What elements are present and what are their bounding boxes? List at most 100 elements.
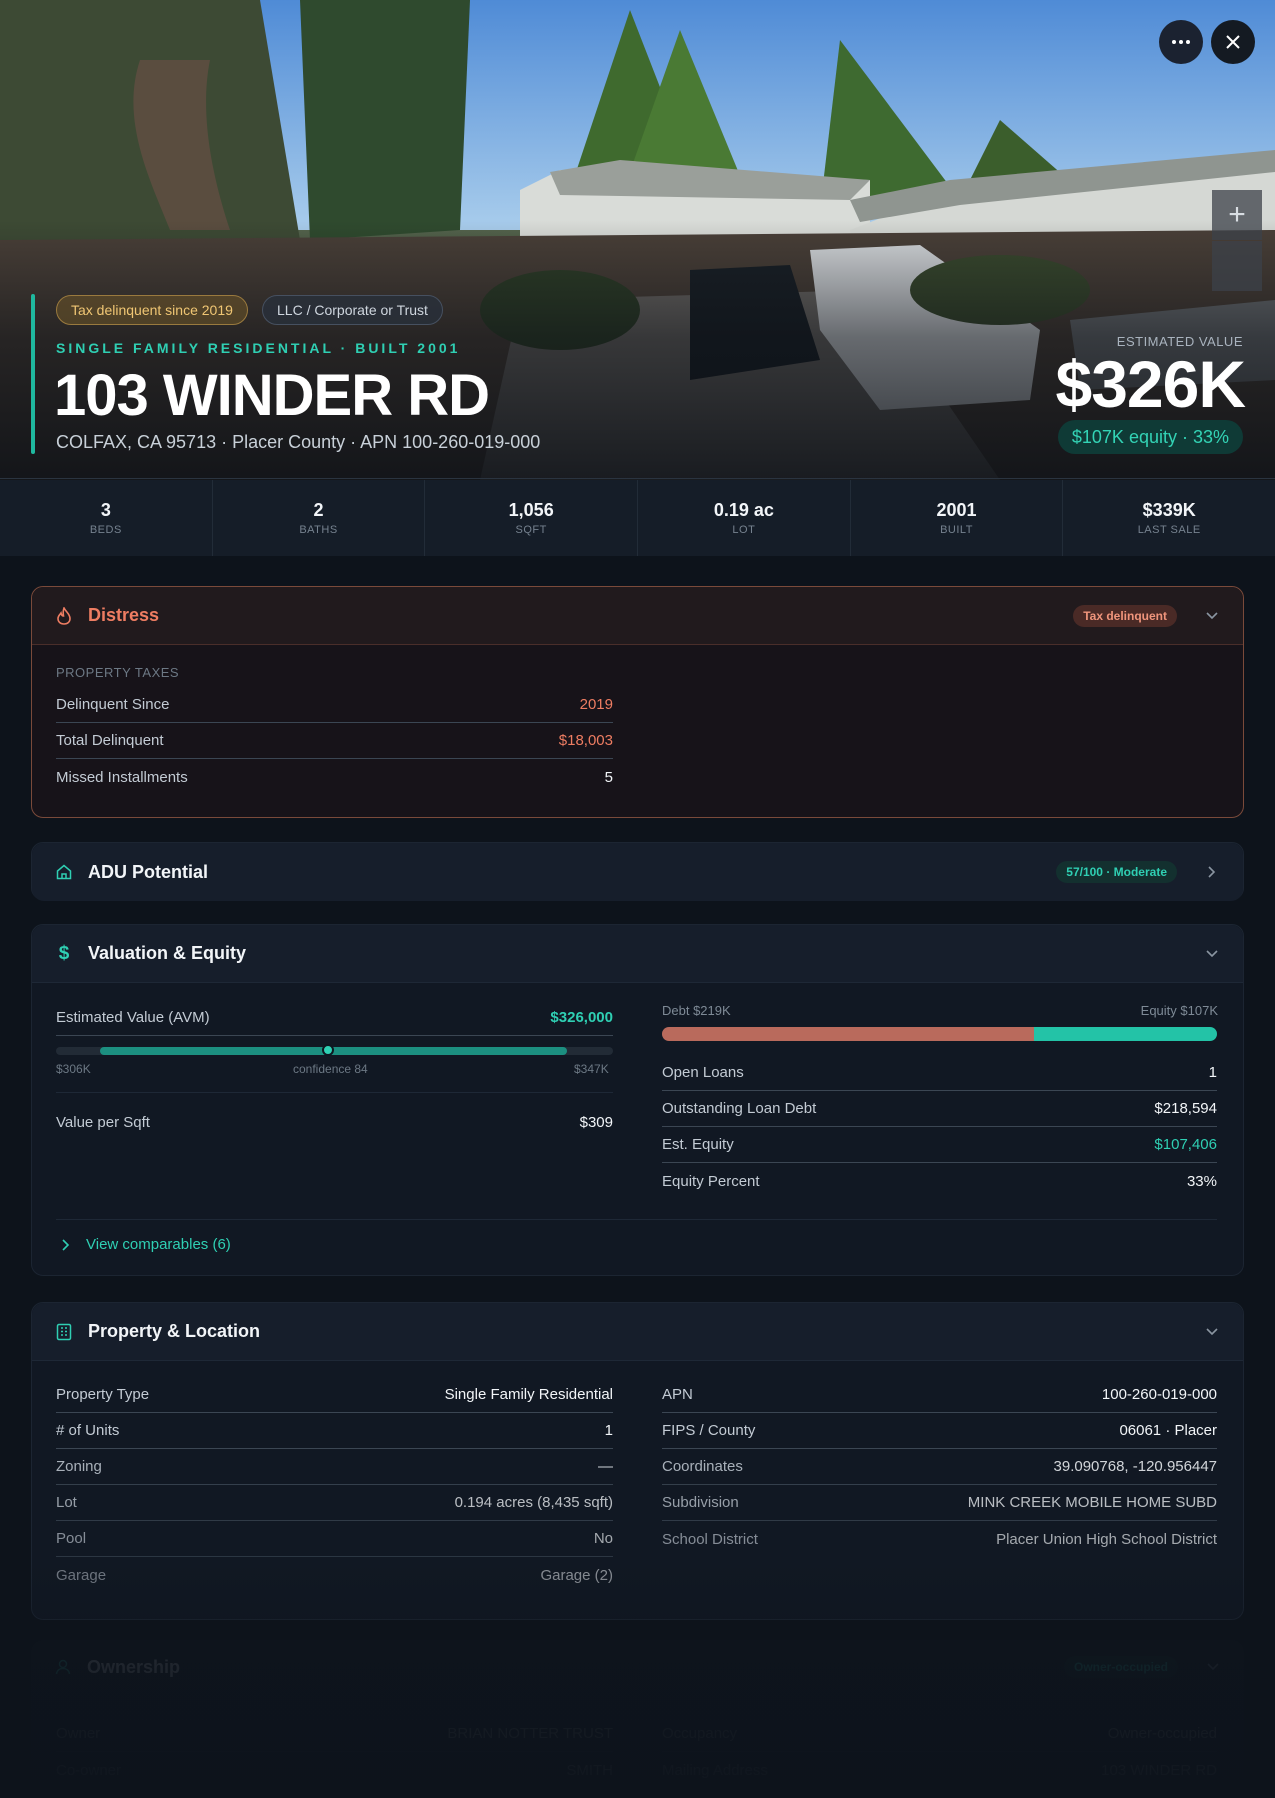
row-value: SMITH — [566, 1761, 613, 1779]
row-label: Est. Equity — [662, 1136, 734, 1153]
row-value: No — [593, 1530, 613, 1547]
row-label: Garage — [56, 1566, 107, 1584]
stat-built: 2001 BUILT — [851, 480, 1064, 556]
divider — [56, 1092, 613, 1093]
estimated-value: $326K — [1055, 347, 1246, 421]
chevron-down-icon[interactable] — [1206, 1660, 1220, 1674]
table-row: Equity Percent 33% — [662, 1163, 1217, 1199]
confidence-label: confidence 84 — [293, 1062, 368, 1076]
stat-sqft: 1,056 SQFT — [425, 480, 639, 556]
row-value: 39.090768, -120.956447 — [1053, 1458, 1217, 1475]
valuation-title: Valuation & Equity — [88, 943, 247, 963]
row-value: 33% — [1186, 1172, 1217, 1190]
row-label: Mailing Address — [662, 1761, 768, 1779]
row-value: MINK CREEK MOBILE HOME SUBD — [967, 1494, 1217, 1511]
row-value: $326,000 — [550, 1009, 613, 1026]
table-row: Missed Installments 5 — [56, 759, 613, 795]
row-value: BRIAN NOTTER TRUST — [447, 1725, 613, 1742]
row-label: Co-owner — [56, 1761, 122, 1779]
close-button[interactable] — [1211, 20, 1255, 64]
table-row: # of Units 1 — [56, 1413, 613, 1449]
valuation-header[interactable]: $ Valuation & Equity — [32, 925, 1243, 983]
adu-header[interactable]: ADU Potential 57/100 · Moderate — [32, 843, 1243, 901]
row-value: 06061 · Placer — [1119, 1422, 1217, 1439]
zoom-out-button[interactable] — [1212, 241, 1262, 291]
debt-segment — [662, 1027, 1034, 1041]
stat-value: 1,056 — [508, 500, 554, 520]
stat-baths: 2 BATHS — [213, 480, 426, 556]
table-row: APN 100-260-019-000 — [662, 1377, 1217, 1413]
owner-type-tag: LLC / Corporate or Trust — [262, 295, 443, 325]
row-label: Outstanding Loan Debt — [662, 1100, 817, 1117]
row-label: FIPS / County — [662, 1422, 756, 1439]
avm-row: Estimated Value (AVM) $326,000 — [56, 1000, 613, 1036]
row-label: Owner — [56, 1725, 101, 1742]
row-label: Delinquent Since — [56, 696, 170, 713]
table-row: Pool No — [56, 1521, 613, 1557]
row-value: 5 — [604, 768, 613, 786]
view-comparables-link[interactable]: View comparables (6) — [62, 1236, 231, 1253]
ownership-header[interactable]: Ownership Owner-occupied — [55, 1656, 1220, 1678]
ownership-title: Ownership — [87, 1656, 181, 1677]
table-row: Est. Equity $107,406 — [662, 1127, 1217, 1163]
row-value: 2019 — [579, 696, 613, 713]
hero-divider — [0, 478, 1275, 479]
table-row: Outstanding Loan Debt $218,594 — [662, 1091, 1217, 1127]
property-header[interactable]: Property & Location — [32, 1303, 1243, 1361]
stat-beds: 3 BEDS — [0, 480, 213, 556]
chevron-right-icon[interactable] — [1205, 865, 1219, 879]
value-per-sqft-row: Value per Sqft $309 — [56, 1104, 613, 1140]
stat-last-sale: $339K LAST SALE — [1063, 480, 1275, 556]
row-value: — — [598, 1458, 613, 1475]
chevron-down-icon[interactable] — [1205, 947, 1219, 961]
row-label: Pool — [56, 1530, 87, 1547]
row-label: Missed Installments — [56, 768, 188, 786]
row-value: Placer Union High School District — [996, 1530, 1217, 1548]
page-title: 103 WINDER RD — [54, 363, 490, 428]
property-taxes-label: PROPERTY TAXES — [56, 665, 180, 680]
stat-value: $339K — [1142, 500, 1196, 520]
row-value: Single Family Residential — [444, 1386, 613, 1403]
property-hero: + Tax delinquent since 2019 LLC / Corpor… — [0, 0, 1275, 480]
row-value: 0.194 acres (8,435 sqft) — [454, 1494, 613, 1511]
stat-label: BATHS — [299, 524, 338, 536]
row-value: $107,406 — [1154, 1136, 1217, 1153]
equity-segment — [1033, 1027, 1217, 1041]
row-label: # of Units — [56, 1422, 120, 1439]
row-value: 1 — [604, 1422, 613, 1439]
table-row: FIPS / County 06061 · Placer — [662, 1413, 1217, 1449]
address-subtitle: COLFAX, CA 95713 · Placer County · APN 1… — [56, 432, 541, 452]
property-title: Property & Location — [88, 1321, 261, 1341]
adu-title: ADU Potential — [88, 861, 209, 882]
chevron-down-icon[interactable] — [1205, 1325, 1219, 1339]
zoom-in-button[interactable]: + — [1212, 190, 1262, 240]
row-label: Zoning — [56, 1458, 102, 1475]
row-value: $309 — [579, 1113, 613, 1131]
adu-card[interactable]: ADU Potential 57/100 · Moderate — [31, 842, 1244, 901]
dollar-icon: $ — [58, 942, 70, 964]
stat-label: LAST SALE — [1137, 524, 1201, 536]
chevron-down-icon[interactable] — [1205, 609, 1219, 623]
table-row: Delinquent Since 2019 — [56, 687, 613, 723]
stat-label: LOT — [732, 524, 756, 536]
row-label: Coordinates — [662, 1458, 743, 1475]
range-high-label: $347K — [574, 1062, 609, 1076]
flame-icon — [56, 606, 72, 625]
close-icon — [1226, 35, 1240, 49]
row-label: Occupancy — [662, 1725, 738, 1742]
row-value: 103 WINDER RD — [1101, 1761, 1217, 1779]
row-value: $218,594 — [1154, 1100, 1217, 1117]
table-row: Lot 0.194 acres (8,435 sqft) — [56, 1485, 613, 1521]
stats-bar: 3 BEDS 2 BATHS 1,056 SQFT 0.19 ac LOT 2001 BU… — [0, 480, 1275, 556]
debt-equity-bar — [662, 1027, 1217, 1041]
row-label: Estimated Value (AVM) — [56, 1009, 210, 1026]
link-label: View comparables (6) — [86, 1236, 231, 1253]
table-row: Mailing Address 103 WINDER RD — [662, 1752, 1217, 1788]
table-row: School District Placer Union High School … — [662, 1521, 1217, 1557]
row-label: Lot — [56, 1494, 77, 1511]
distress-header[interactable]: Distress Tax delinquent — [32, 587, 1243, 645]
row-value: 100-260-019-000 — [1101, 1386, 1217, 1403]
stat-label: BUILT — [940, 524, 973, 536]
range-low-label: $306K — [56, 1062, 91, 1076]
more-options-button[interactable] — [1159, 20, 1203, 64]
